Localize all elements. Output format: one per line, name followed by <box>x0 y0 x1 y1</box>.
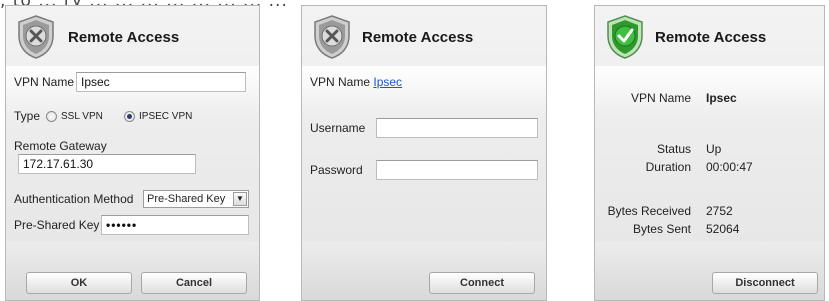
bytes-sent-value: 52064 <box>706 222 740 236</box>
type-label: Type <box>14 109 41 123</box>
remote-gateway-label: Remote Gateway <box>14 139 107 153</box>
password-input[interactable] <box>376 160 538 180</box>
vpn-name-label: VPN Name Ipsec <box>310 75 402 89</box>
status-label: Status <box>656 142 691 156</box>
ssl-vpn-label: SSL VPN <box>61 111 103 122</box>
panel-header: Remote Access <box>6 6 259 66</box>
panel-title: Remote Access <box>362 29 474 46</box>
auth-method-label: Authentication Method <box>14 192 134 206</box>
panel-title: Remote Access <box>655 29 767 46</box>
password-label: Password <box>310 163 363 177</box>
username-input[interactable] <box>376 118 538 138</box>
ipsec-vpn-radio[interactable] <box>124 111 135 122</box>
shield-check-icon <box>607 15 643 59</box>
vpn-name-link[interactable]: Ipsec <box>373 75 402 89</box>
psk-label: Pre-Shared Key <box>14 218 100 232</box>
vpn-name-label-text: VPN Name <box>310 75 371 89</box>
connect-button[interactable]: Connect <box>429 272 535 294</box>
remote-access-login-panel: Remote Access VPN Name Ipsec Username Pa… <box>301 5 547 301</box>
auth-method-value: Pre-Shared Key <box>147 193 226 205</box>
panel-title: Remote Access <box>68 29 180 46</box>
remote-access-config-panel: Remote Access VPN Name Ipsec Type SSL VP… <box>5 5 260 301</box>
shield-x-icon <box>18 15 54 59</box>
psk-input[interactable]: •••••• <box>101 215 249 235</box>
vpn-name-input[interactable]: Ipsec <box>76 72 246 92</box>
vpn-name-label: VPN Name <box>14 75 75 89</box>
auth-method-select[interactable]: Pre-Shared Key ▼ <box>143 190 249 208</box>
remote-access-status-panel: Remote Access VPN Name Ipsec Status Up D… <box>594 5 825 301</box>
username-label: Username <box>310 121 366 135</box>
ok-button[interactable]: OK <box>26 272 132 294</box>
bytes-received-label: Bytes Received <box>607 204 691 218</box>
status-value: Up <box>706 142 722 156</box>
vpn-name-value: Ipsec <box>706 91 737 105</box>
cancel-button[interactable]: Cancel <box>141 272 247 294</box>
vpn-name-label: VPN Name <box>630 91 691 105</box>
bytes-sent-label: Bytes Sent <box>632 222 691 236</box>
duration-label: Duration <box>645 160 691 174</box>
panel-header: Remote Access <box>595 6 824 66</box>
ssl-vpn-radio[interactable] <box>46 111 57 122</box>
disconnect-button[interactable]: Disconnect <box>712 272 818 294</box>
shield-x-icon <box>314 15 350 59</box>
panel-header: Remote Access <box>302 6 546 66</box>
bytes-received-value: 2752 <box>706 204 733 218</box>
chevron-down-icon[interactable]: ▼ <box>233 192 247 206</box>
duration-value: 00:00:47 <box>706 160 753 174</box>
remote-gateway-input[interactable]: 172.17.61.30 <box>18 154 196 174</box>
ipsec-vpn-label: IPSEC VPN <box>139 111 193 122</box>
